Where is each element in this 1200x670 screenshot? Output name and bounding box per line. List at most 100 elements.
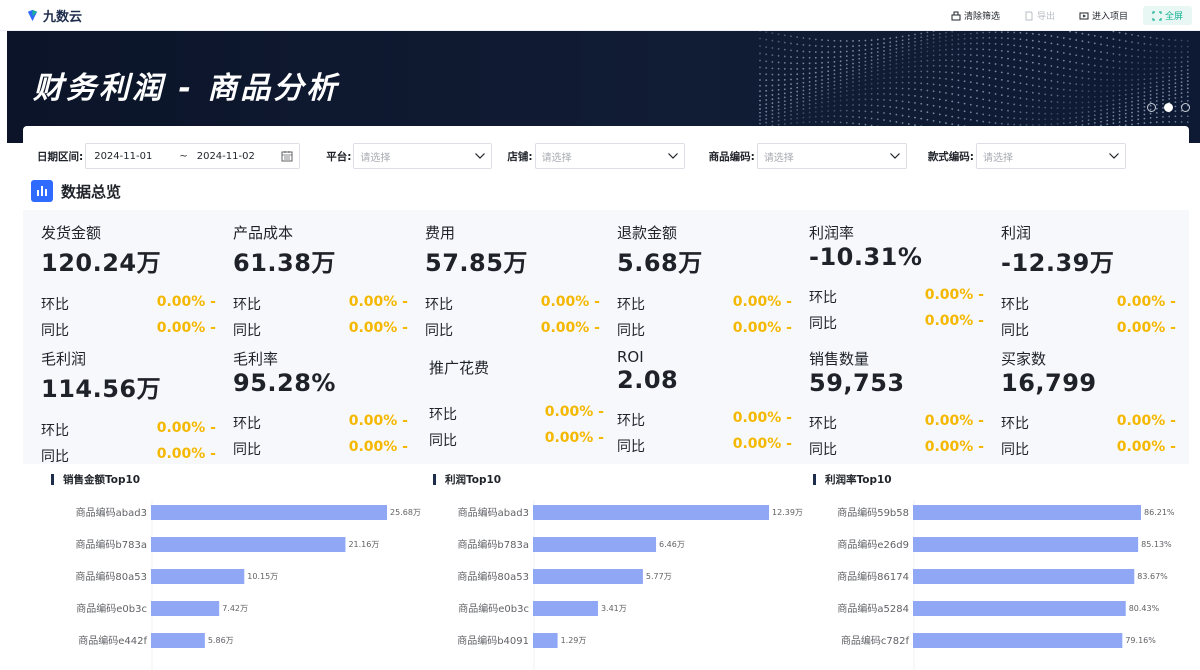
bar-category-label: 商品编码b783a <box>75 538 147 551</box>
bar-value-label: 5.86万 <box>208 636 234 645</box>
bar-chart-icon <box>31 180 53 202</box>
bar[interactable] <box>913 569 1135 584</box>
metric-compare-row: 环比 0.00% - <box>617 410 792 430</box>
compare-label: 环比 <box>617 413 645 429</box>
bar-value-label: 79.16% <box>1125 636 1156 645</box>
compare-percent: 0.00% - <box>924 413 984 429</box>
bar[interactable] <box>533 633 558 648</box>
store-select[interactable]: 请选择 <box>534 143 685 169</box>
rank-chart-sales: 销售金额Top10 商品编码abad3 25.68万 商品编码b783a 21.16万… <box>51 472 421 670</box>
style-code-select[interactable]: 请选择 <box>976 143 1127 169</box>
metric-card: 退款金额 5.68万 环比 0.00% - 同比 0.00% - <box>617 222 792 340</box>
metric-name: 销售数量 <box>809 350 870 368</box>
platform-placeholder: 请选择 <box>360 152 391 164</box>
bar[interactable] <box>151 537 346 552</box>
compare-percent: 0.00% - <box>1116 439 1176 455</box>
enter-project-button[interactable]: 进入项目 <box>1070 6 1137 25</box>
compare-percent: 0.00% - <box>348 294 408 310</box>
bar-value-label: 5.77万 <box>646 572 672 581</box>
bar[interactable] <box>151 633 205 648</box>
metric-card: 产品成本 61.38万 环比 0.00% - 同比 0.00% - <box>233 222 408 340</box>
metric-name: 毛利率 <box>233 350 279 368</box>
bar-value-label: 25.68万 <box>390 508 421 517</box>
date-range-label: 日期区间: <box>37 150 84 163</box>
compare-label: 同比 <box>41 323 69 339</box>
bar-category-label: 商品编码80a53 <box>75 570 147 583</box>
metric-card: 买家数 16,799 环比 0.00% - 同比 0.00% - <box>1001 348 1176 459</box>
product-code-select[interactable]: 请选择 <box>756 143 907 169</box>
compare-percent: 0.00% - <box>544 404 604 420</box>
overview-header: 数据总览 <box>31 180 121 202</box>
fullscreen-button[interactable]: 全屏 <box>1142 6 1192 25</box>
logo-icon <box>27 9 38 21</box>
bar[interactable] <box>533 569 643 584</box>
sales-bar-chart: 商品编码abad3 25.68万商品编码b783a 21.16万商品编码80a53 1… <box>75 500 421 670</box>
date-end: 2024-11-02 <box>196 150 255 162</box>
profit-bar-chart: 商品编码abad3 12.39万商品编码b783a 6.46万商品编码80a53 5.… <box>457 500 803 670</box>
chevron-down-icon <box>667 153 678 159</box>
compare-label: 同比 <box>617 439 645 455</box>
carousel-dot-1[interactable] <box>1147 103 1156 112</box>
bar[interactable] <box>913 633 1123 648</box>
compare-label: 同比 <box>425 323 453 339</box>
app-logo[interactable]: 九数云 <box>26 6 82 25</box>
chevron-down-icon <box>889 153 900 159</box>
metric-card: 推广花费 环比 0.00% - 同比 0.00% - <box>429 357 604 450</box>
bar[interactable] <box>533 601 598 616</box>
metric-name: 产品成本 <box>233 224 294 242</box>
compare-percent: 0.00% - <box>156 420 216 436</box>
carousel-dots <box>1147 103 1190 112</box>
bar-category-label: 商品编码e442f <box>78 634 147 647</box>
metric-compare-row: 同比 0.00% - <box>617 320 792 340</box>
bar[interactable] <box>913 537 1139 552</box>
carousel-dot-3[interactable] <box>1181 103 1190 112</box>
product-code-placeholder: 请选择 <box>763 152 794 164</box>
main-panel: 日期区间: 2024-11-01 ~ 2024-11-02 平台: 请选择 店铺… <box>23 126 1189 670</box>
carousel-dot-2[interactable] <box>1164 103 1173 112</box>
compare-label: 环比 <box>429 407 457 423</box>
rank-chart-profit: 利润Top10 商品编码abad3 12.39万 商品编码b783a 6.46万 商品编… <box>433 472 803 670</box>
bar[interactable] <box>151 601 220 616</box>
metric-compare-row: 同比 0.00% - <box>809 439 984 459</box>
rank-chart-margin: 利润率Top10 商品编码59b58 86.21% 商品编码e26d9 85.13% 商… <box>813 472 1183 670</box>
compare-label: 同比 <box>233 442 261 458</box>
bar-value-label: 85.13% <box>1141 540 1172 549</box>
metric-name: 费用 <box>425 224 456 242</box>
compare-label: 同比 <box>617 323 645 339</box>
compare-percent: 0.00% - <box>732 410 792 426</box>
fullscreen-label: 全屏 <box>1164 12 1183 22</box>
export-icon <box>1025 11 1033 20</box>
compare-percent: 0.00% - <box>732 436 792 452</box>
margin-bar-chart: 商品编码59b58 86.21% 商品编码e26d9 85.13% 商品编码86174 8… <box>837 500 1175 670</box>
bar-value-label: 1.29万 <box>561 636 587 645</box>
bar-category-label: 商品编码e0b3c <box>76 602 147 615</box>
bar[interactable] <box>151 505 387 520</box>
bar[interactable] <box>533 537 657 552</box>
metric-value: 61.38万 <box>233 249 336 277</box>
metrics-grid: 发货金额 120.24万 环比 0.00% - 同比 0.00% - 产品成本 61.38万环… <box>23 210 1189 465</box>
compare-percent: 0.00% - <box>540 320 600 336</box>
bar[interactable] <box>913 601 1126 616</box>
date-range-picker[interactable]: 2024-11-01 ~ 2024-11-02 <box>85 143 301 169</box>
rank-title-profit: 利润Top10 <box>445 474 502 486</box>
bar[interactable] <box>533 505 769 520</box>
metric-value: 114.56万 <box>41 375 162 403</box>
store-label: 店铺: <box>507 150 533 163</box>
clear-icon <box>951 11 961 20</box>
compare-label: 环比 <box>425 297 453 313</box>
platform-select[interactable]: 请选择 <box>353 143 493 169</box>
metric-compare-row: 同比 0.00% - <box>809 313 984 333</box>
bar-value-label: 3.41万 <box>601 604 627 613</box>
metric-compare-row: 环比 0.00% - <box>233 294 408 314</box>
bar-category-label: 商品编码abad3 <box>76 506 147 519</box>
compare-percent: 0.00% - <box>732 294 792 310</box>
bar[interactable] <box>913 505 1141 520</box>
bar[interactable] <box>151 569 245 584</box>
bar-category-label: 商品编码b4091 <box>457 634 529 647</box>
compare-label: 同比 <box>809 316 837 332</box>
metric-compare-row: 环比 0.00% - <box>429 404 604 424</box>
clear-filters-button[interactable]: 清除筛选 <box>942 6 1009 25</box>
export-button[interactable]: 导出 <box>1015 6 1064 25</box>
compare-percent: 0.00% - <box>924 287 984 303</box>
metric-compare-row: 环比 0.00% - <box>617 294 792 314</box>
